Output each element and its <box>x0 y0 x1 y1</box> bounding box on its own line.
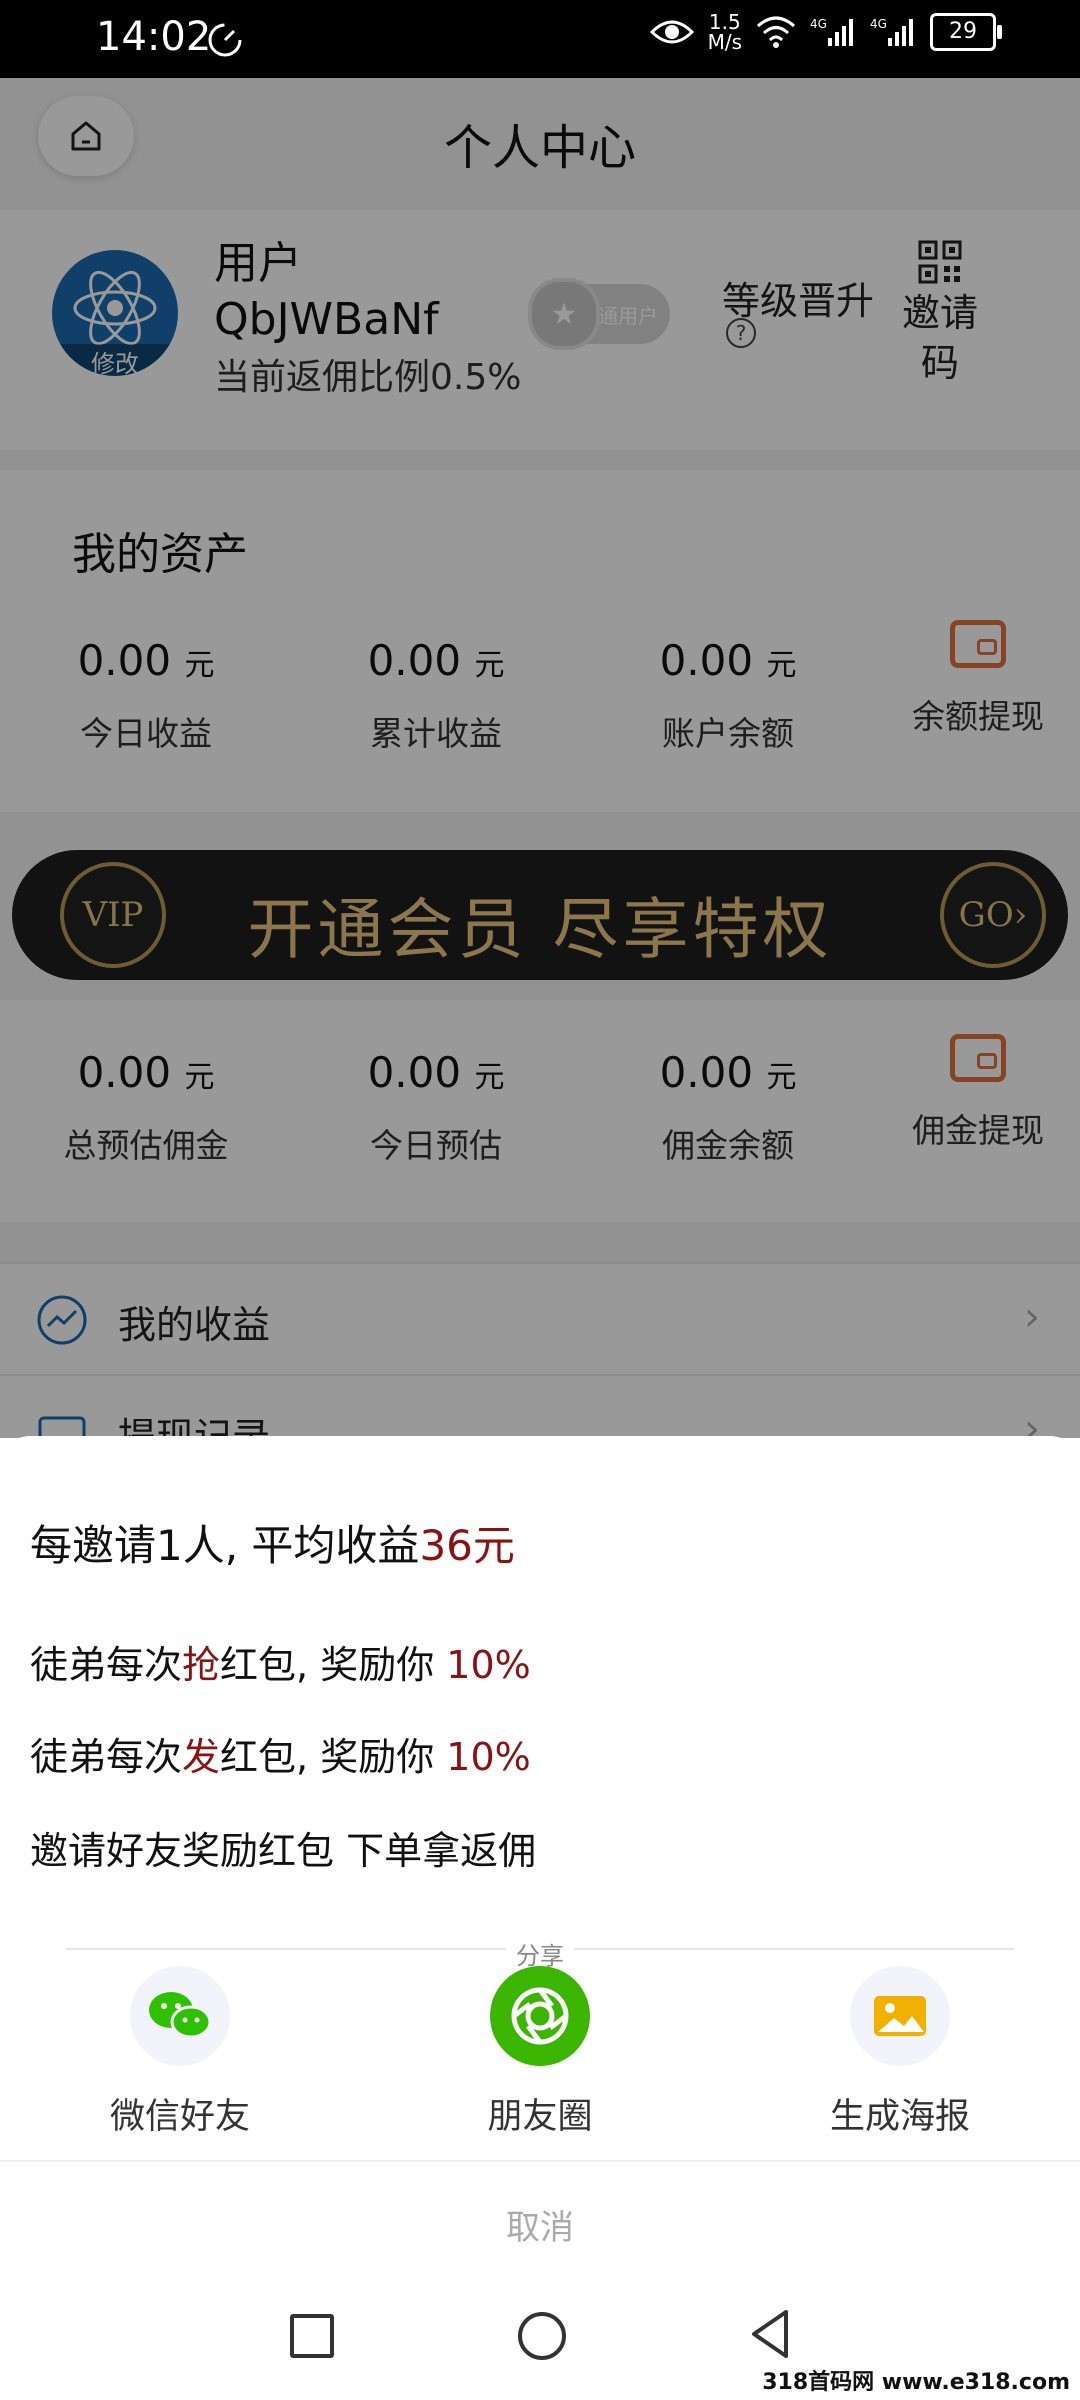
reward-rule-send: 徒弟每次发红包, 奖励你 10% <box>30 1735 531 1779</box>
poster-icon <box>874 1996 926 2036</box>
status-time: 14:02 <box>96 14 212 60</box>
generate-poster[interactable]: 生成海报 <box>790 1966 1010 2139</box>
share-option-label: 微信好友 <box>109 2097 250 2137</box>
share-option-label: 生成海报 <box>829 2097 970 2137</box>
share-moments[interactable]: 朋友圈 <box>430 1966 650 2139</box>
recents-button[interactable] <box>290 2314 334 2358</box>
speedometer-icon <box>208 23 242 57</box>
share-bottom-sheet: 每邀请1人, 平均收益36元 徒弟每次抢红包, 奖励你 10% 徒弟每次发红包,… <box>0 1436 1080 2306</box>
earning-amount: 36元 <box>419 1521 515 1570</box>
share-option-label: 朋友圈 <box>487 2097 593 2137</box>
reward-rule-grab: 徒弟每次抢红包, 奖励你 10% <box>30 1643 531 1687</box>
status-bar: 14:02 1.5 M/s 4G 4G 29 <box>0 0 1080 78</box>
cancel-button[interactable]: 取消 <box>0 2200 1080 2249</box>
svg-text:4G: 4G <box>810 17 827 31</box>
cancel-divider <box>0 2160 1080 2162</box>
signal-icon-1: 4G <box>810 17 853 46</box>
wechat-icon <box>149 1992 212 2039</box>
svg-text:4G: 4G <box>870 17 887 31</box>
invite-headline: 每邀请1人, 平均收益36元 <box>30 1521 515 1570</box>
modal-overlay[interactable] <box>0 78 1080 1438</box>
share-wechat-friend[interactable]: 微信好友 <box>70 1966 290 2139</box>
invite-slogan: 邀请好友奖励红包 下单拿返佣 <box>30 1829 537 1873</box>
back-button[interactable] <box>748 2308 792 2360</box>
moments-icon <box>511 1987 569 2045</box>
system-nav-bar: 318首码网 www.e318.com <box>0 2306 1080 2400</box>
net-speed: 1.5 M/s <box>707 10 742 54</box>
home-nav-button[interactable] <box>518 2312 566 2360</box>
wifi-icon <box>757 16 795 48</box>
signal-icon-2: 4G <box>870 17 913 46</box>
battery-indicator: 29 <box>930 13 1002 51</box>
watermark: 318首码网 www.e318.com <box>762 2370 1070 2395</box>
eye-icon <box>649 20 694 44</box>
